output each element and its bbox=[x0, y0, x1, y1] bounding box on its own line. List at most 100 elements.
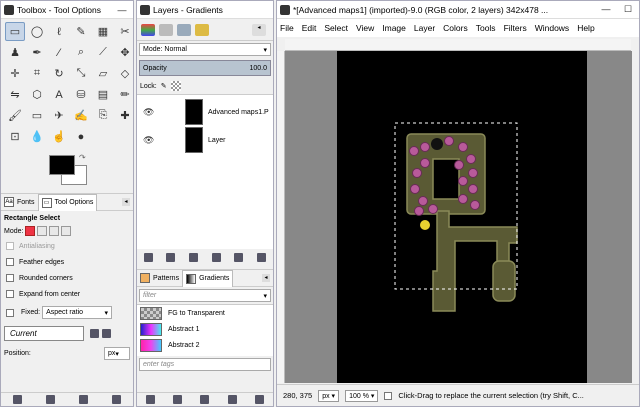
ellipse-select-tool-icon[interactable]: ◯ bbox=[27, 22, 47, 41]
delete-options-icon[interactable] bbox=[79, 395, 88, 404]
unit-select[interactable]: px ▾ bbox=[318, 389, 340, 402]
free-select-tool-icon[interactable]: ℓ bbox=[49, 22, 69, 41]
menu-colors[interactable]: Colors bbox=[443, 23, 468, 33]
bucket-fill-tool-icon[interactable]: ⛁ bbox=[71, 85, 91, 104]
lock-alpha-icon[interactable] bbox=[170, 81, 181, 91]
antialiasing-option[interactable]: Antialiasing bbox=[1, 238, 133, 254]
foreground-select-tool-icon[interactable]: ♟ bbox=[5, 43, 25, 62]
crop-tool-icon[interactable]: ⌗ bbox=[27, 64, 47, 83]
measure-tool-icon[interactable]: ⟋ bbox=[93, 43, 113, 62]
tags-input[interactable]: enter tags bbox=[139, 358, 271, 371]
list-item[interactable]: Abstract 1 bbox=[137, 321, 273, 337]
menu-select[interactable]: Select bbox=[324, 23, 348, 33]
paths-tab-icon[interactable] bbox=[177, 23, 191, 36]
tab-menu-icon[interactable]: ◂ bbox=[122, 198, 130, 206]
scissors-tool-icon[interactable]: ✂ bbox=[115, 22, 135, 41]
antialiasing-checkbox[interactable] bbox=[6, 242, 14, 250]
menu-view[interactable]: View bbox=[356, 23, 374, 33]
lock-pixels-icon[interactable]: ✎ bbox=[161, 82, 167, 90]
tab-tool-options[interactable]: ▭ Tool Options bbox=[37, 193, 98, 211]
duplicate-layer-icon[interactable] bbox=[211, 252, 221, 262]
opacity-slider[interactable]: Opacity 100.0 bbox=[139, 60, 271, 76]
new-gradient-icon[interactable] bbox=[173, 395, 183, 404]
menu-layer[interactable]: Layer bbox=[414, 23, 435, 33]
layers-tab-icon[interactable] bbox=[141, 23, 155, 36]
rounded-checkbox[interactable] bbox=[6, 274, 14, 282]
mode-subtract-button[interactable] bbox=[49, 226, 60, 236]
text-tool-icon[interactable]: A bbox=[49, 85, 69, 104]
tab-menu-icon[interactable]: ◂ bbox=[262, 274, 270, 282]
image-canvas[interactable] bbox=[337, 51, 587, 383]
eye-icon[interactable]: 👁 bbox=[143, 107, 155, 118]
expand-checkbox[interactable] bbox=[6, 290, 14, 298]
flip-tool-icon[interactable]: ⇋ bbox=[5, 85, 25, 104]
scale-tool-icon[interactable]: ⤡ bbox=[71, 64, 91, 83]
minimize-icon[interactable]: — bbox=[111, 5, 133, 15]
heal-tool-icon[interactable]: ✚ bbox=[115, 106, 135, 125]
rotate-tool-icon[interactable]: ↻ bbox=[49, 64, 69, 83]
tab-fonts[interactable]: Aa Fonts bbox=[1, 194, 38, 211]
menu-filters[interactable]: Filters bbox=[504, 23, 527, 33]
zoom-select[interactable]: 100 % ▾ bbox=[345, 389, 379, 402]
expand-option[interactable]: Expand from center bbox=[1, 286, 133, 302]
perspective-clone-tool-icon[interactable]: ⊡ bbox=[5, 127, 25, 146]
swap-colors-icon[interactable]: ↷ bbox=[79, 153, 86, 162]
raise-layer-icon[interactable] bbox=[166, 252, 176, 262]
refresh-gradients-icon[interactable] bbox=[254, 395, 264, 404]
toolbox-titlebar[interactable]: Toolbox - Tool Options — bbox=[1, 1, 133, 19]
feather-checkbox[interactable] bbox=[6, 258, 14, 266]
menu-image[interactable]: Image bbox=[382, 23, 406, 33]
minimize-icon[interactable]: — bbox=[595, 4, 617, 15]
undo-tab-icon[interactable] bbox=[195, 23, 209, 36]
feather-option[interactable]: Feather edges bbox=[1, 254, 133, 270]
eraser-tool-icon[interactable]: ▭ bbox=[27, 106, 47, 125]
smudge-tool-icon[interactable]: ☝ bbox=[49, 127, 69, 146]
canvas-area[interactable] bbox=[285, 51, 632, 383]
fuzzy-select-tool-icon[interactable]: ✎ bbox=[71, 22, 91, 41]
rect-select-tool-icon[interactable]: ▭ bbox=[5, 22, 25, 41]
channels-tab-icon[interactable] bbox=[159, 23, 173, 36]
layers-titlebar[interactable]: Layers - Gradients bbox=[137, 1, 273, 19]
delete-layer-icon[interactable] bbox=[257, 252, 267, 262]
eye-icon[interactable]: 👁 bbox=[143, 135, 155, 146]
menu-tools[interactable]: Tools bbox=[476, 23, 496, 33]
tab-patterns[interactable]: Patterns bbox=[137, 270, 182, 287]
blur-tool-icon[interactable]: 💧 bbox=[27, 127, 47, 146]
mode-replace-button[interactable] bbox=[25, 226, 36, 236]
anchor-layer-icon[interactable] bbox=[234, 252, 244, 262]
cage-tool-icon[interactable]: ⬡ bbox=[27, 85, 47, 104]
dodge-tool-icon[interactable]: ● bbox=[71, 127, 91, 146]
list-item[interactable]: FG to Transparent bbox=[137, 305, 273, 321]
current-field[interactable]: Current bbox=[4, 326, 84, 341]
portrait-icon[interactable] bbox=[90, 329, 99, 338]
tab-menu-icon[interactable]: ◂ bbox=[252, 23, 266, 36]
position-unit-select[interactable]: px ▾ bbox=[104, 347, 130, 360]
cancel-icon[interactable] bbox=[384, 391, 393, 400]
menu-windows[interactable]: Windows bbox=[535, 23, 569, 33]
menu-file[interactable]: File bbox=[280, 23, 294, 33]
vertical-ruler[interactable] bbox=[277, 51, 285, 383]
filter-input[interactable]: filter ▾ bbox=[139, 289, 271, 302]
duplicate-gradient-icon[interactable] bbox=[200, 395, 210, 404]
airbrush-tool-icon[interactable]: ✈ bbox=[49, 106, 69, 125]
perspective-tool-icon[interactable]: ◇ bbox=[115, 64, 135, 83]
paths-tool-icon[interactable]: ✒ bbox=[27, 43, 47, 62]
mode-add-button[interactable] bbox=[37, 226, 48, 236]
fixed-checkbox[interactable] bbox=[6, 308, 14, 317]
foreground-color[interactable] bbox=[49, 155, 75, 175]
pencil-tool-icon[interactable]: ✏ bbox=[115, 85, 135, 104]
delete-gradient-icon[interactable] bbox=[227, 395, 237, 404]
zoom-tool-icon[interactable]: ⌕ bbox=[71, 43, 91, 62]
image-titlebar[interactable]: *[Advanced maps1] (imported)-9.0 (RGB co… bbox=[277, 1, 639, 19]
save-options-icon[interactable] bbox=[13, 395, 22, 404]
restore-options-icon[interactable] bbox=[46, 395, 55, 404]
blend-tool-icon[interactable]: ▤ bbox=[93, 85, 113, 104]
layer-row[interactable]: 👁 Layer bbox=[137, 126, 273, 154]
maximize-icon[interactable]: ☐ bbox=[617, 4, 639, 15]
tab-gradients[interactable]: Gradients bbox=[182, 269, 234, 287]
color-picker-tool-icon[interactable]: ⁄ bbox=[49, 43, 69, 62]
align-tool-icon[interactable]: ✛ bbox=[5, 64, 25, 83]
fixed-select[interactable]: Aspect ratio ▾ bbox=[42, 306, 113, 319]
rounded-option[interactable]: Rounded corners bbox=[1, 270, 133, 286]
color-select-tool-icon[interactable]: ▦ bbox=[93, 22, 113, 41]
